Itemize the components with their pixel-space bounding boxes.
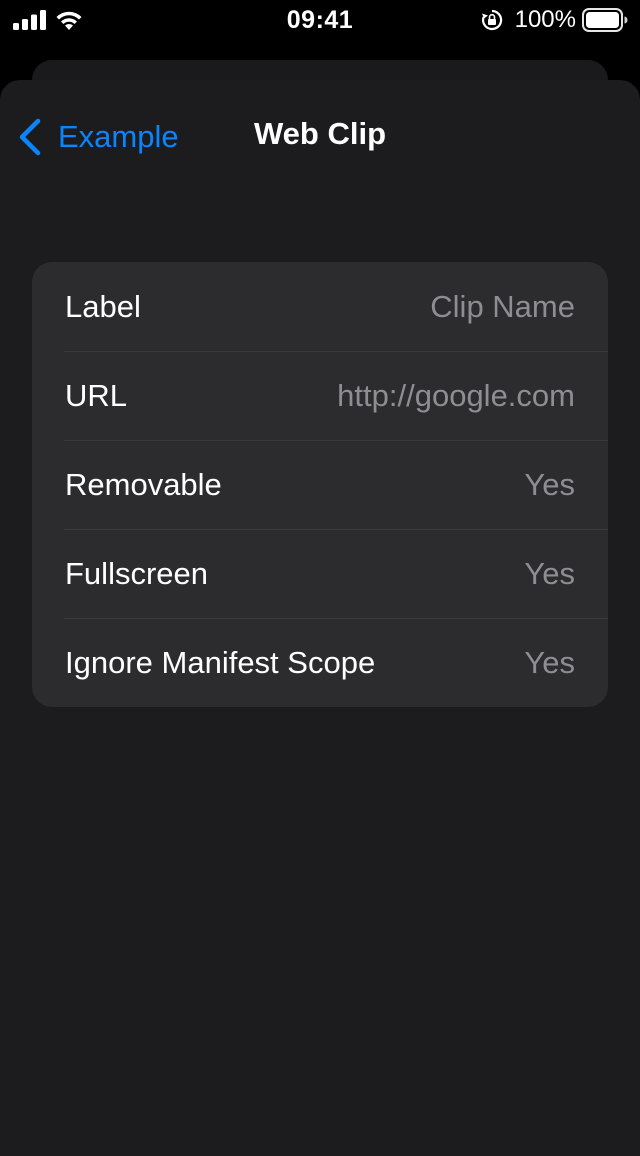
navigation-bar: Example Web Clip	[0, 80, 640, 192]
battery-icon	[582, 8, 628, 32]
page-title: Web Clip	[253, 116, 387, 151]
orientation-lock-icon	[482, 9, 503, 31]
status-bar: 09:41 100%	[0, 0, 640, 40]
web-clip-settings-list: Label Clip Name URL http://google.com Re…	[32, 262, 608, 707]
row-title: Ignore Manifest Scope	[65, 644, 376, 680]
row-removable[interactable]: Removable Yes	[32, 440, 608, 529]
battery-percentage: 100%	[514, 6, 576, 33]
row-title: URL	[65, 377, 128, 413]
row-ignore-manifest-scope[interactable]: Ignore Manifest Scope Yes	[32, 618, 608, 707]
row-title: Label	[65, 288, 141, 324]
row-value: Yes	[524, 466, 575, 502]
row-value: http://google.com	[337, 377, 575, 413]
row-value: Yes	[524, 644, 575, 680]
row-value: Clip Name	[430, 288, 575, 324]
row-label[interactable]: Label Clip Name	[32, 262, 608, 351]
row-value: Yes	[524, 555, 575, 591]
row-title: Removable	[65, 466, 222, 502]
web-clip-sheet: Example Web Clip Label Clip Name URL htt…	[0, 80, 640, 1156]
row-title: Fullscreen	[65, 555, 208, 591]
row-fullscreen[interactable]: Fullscreen Yes	[32, 529, 608, 618]
row-url[interactable]: URL http://google.com	[32, 351, 608, 440]
